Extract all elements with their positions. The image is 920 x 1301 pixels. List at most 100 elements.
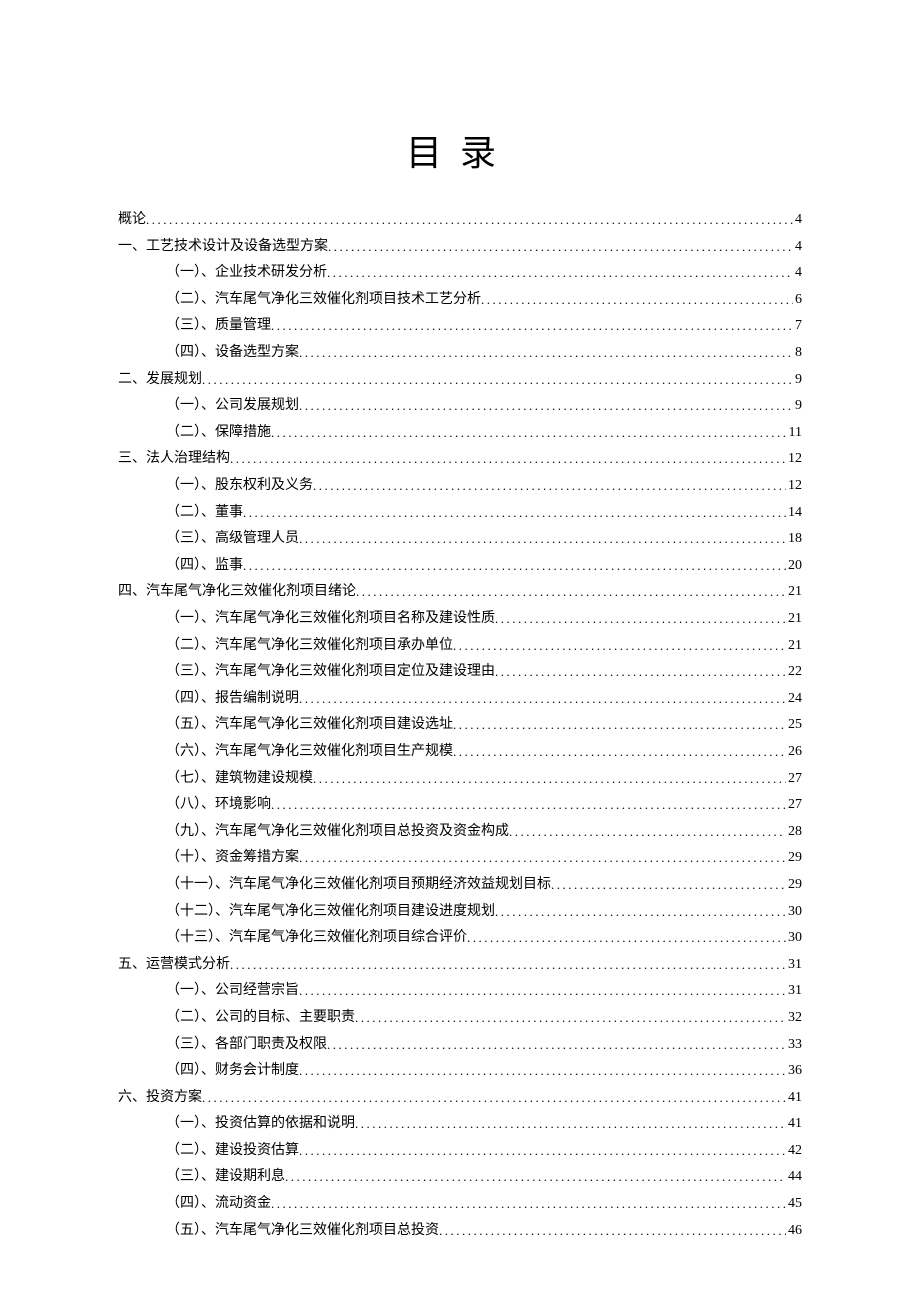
toc-entry: （四）、设备选型方案8 <box>118 339 802 366</box>
toc-entry-page: 21 <box>786 633 802 659</box>
toc-entry-page: 25 <box>786 712 802 738</box>
toc-entry-label: （一）、股东权利及义务 <box>166 473 313 499</box>
toc-entry: （十一）、汽车尾气净化三效催化剂项目预期经济效益规划目标29 <box>118 871 802 898</box>
toc-entry-page: 22 <box>786 659 802 685</box>
toc-entry-page: 41 <box>786 1111 802 1137</box>
toc-leader-dots <box>285 1164 786 1190</box>
toc-leader-dots <box>327 260 793 286</box>
toc-entry-page: 24 <box>786 686 802 712</box>
toc-entry: （一）、投资估算的依据和说明41 <box>118 1110 802 1137</box>
document-page: 目录 概论4一、工艺技术设计及设备选型方案4（一）、企业技术研发分析4（二）、汽… <box>0 0 920 1301</box>
toc-entry: 一、工艺技术设计及设备选型方案4 <box>118 233 802 260</box>
toc-entry-page: 6 <box>793 287 802 313</box>
toc-leader-dots <box>299 526 786 552</box>
toc-entry-page: 36 <box>786 1058 802 1084</box>
toc-entry-page: 7 <box>793 313 802 339</box>
toc-entry-label: （九）、汽车尾气净化三效催化剂项目总投资及资金构成 <box>166 819 509 845</box>
toc-leader-dots <box>243 553 786 579</box>
toc-entry-label: （五）、汽车尾气净化三效催化剂项目建设选址 <box>166 712 453 738</box>
toc-entry: （十二）、汽车尾气净化三效催化剂项目建设进度规划 30 <box>118 898 802 925</box>
toc-entry: （二）、建设投资估算 42 <box>118 1137 802 1164</box>
toc-entry-label: 五、运营模式分析 <box>118 952 230 978</box>
toc-entry: （三）、各部门职责及权限 33 <box>118 1031 802 1058</box>
toc-entry-label: （八）、环境影响 <box>166 792 271 818</box>
toc-entry-label: （十三）、汽车尾气净化三效催化剂项目综合评价 <box>166 925 467 951</box>
toc-entry-page: 27 <box>786 766 802 792</box>
toc-entry-page: 27 <box>786 792 802 818</box>
toc-entry: （三）、建设期利息 44 <box>118 1163 802 1190</box>
toc-entry-page: 42 <box>786 1138 802 1164</box>
toc-entry: （四）、财务会计制度 36 <box>118 1057 802 1084</box>
toc-entry-label: （二）、董事 <box>166 500 243 526</box>
toc-entry: （一）、公司经营宗旨31 <box>118 977 802 1004</box>
toc-entry-page: 30 <box>786 925 802 951</box>
toc-entry-page: 28 <box>786 819 802 845</box>
toc-entry-page: 41 <box>786 1085 802 1111</box>
toc-entry-label: 六、投资方案 <box>118 1085 202 1111</box>
toc-leader-dots <box>495 606 786 632</box>
toc-entry: （一）、汽车尾气净化三效催化剂项目名称及建设性质21 <box>118 605 802 632</box>
toc-entry-label: （三）、建设期利息 <box>166 1164 285 1190</box>
toc-leader-dots <box>271 420 787 446</box>
toc-entry-page: 20 <box>786 553 802 579</box>
toc-entry-page: 45 <box>786 1191 802 1217</box>
toc-entry-page: 9 <box>793 393 802 419</box>
toc-entry-page: 29 <box>786 845 802 871</box>
toc-leader-dots <box>355 1111 786 1137</box>
toc-entry-page: 46 <box>786 1218 802 1244</box>
toc-entry-label: （一）、公司发展规划 <box>166 393 299 419</box>
toc-entry: （五）、汽车尾气净化三效催化剂项目总投资46 <box>118 1217 802 1244</box>
toc-entry: （三）、高级管理人员18 <box>118 525 802 552</box>
toc-leader-dots <box>202 1085 786 1111</box>
toc-entry-label: 一、工艺技术设计及设备选型方案 <box>118 234 328 260</box>
toc-entry: （二）、保障措施11 <box>118 419 802 446</box>
toc-leader-dots <box>495 899 786 925</box>
toc-entry-label: （六）、汽车尾气净化三效催化剂项目生产规模 <box>166 739 453 765</box>
toc-entry-label: （四）、报告编制说明 <box>166 686 299 712</box>
toc-entry-page: 44 <box>786 1164 802 1190</box>
toc-entry: （一）、公司发展规划 9 <box>118 392 802 419</box>
toc-entry-page: 32 <box>786 1005 802 1031</box>
toc-leader-dots <box>355 1005 786 1031</box>
toc-entry: （四）、流动资金45 <box>118 1190 802 1217</box>
toc-entry-page: 9 <box>793 367 802 393</box>
toc-entry-page: 8 <box>793 340 802 366</box>
toc-leader-dots <box>271 792 786 818</box>
toc-entry: （二）、董事 14 <box>118 499 802 526</box>
toc-entry: 二、发展规划 9 <box>118 366 802 393</box>
toc-entry-label: 二、发展规划 <box>118 367 202 393</box>
toc-leader-dots <box>299 845 786 871</box>
toc-leader-dots <box>243 500 786 526</box>
toc-entry-label: （十二）、汽车尾气净化三效催化剂项目建设进度规划 <box>166 899 495 925</box>
toc-leader-dots <box>299 978 786 1004</box>
toc-leader-dots <box>356 579 786 605</box>
toc-entry-label: （三）、各部门职责及权限 <box>166 1032 327 1058</box>
toc-entry-page: 33 <box>786 1032 802 1058</box>
toc-leader-dots <box>271 1191 786 1217</box>
toc-leader-dots <box>481 287 793 313</box>
toc-entry: 概论 4 <box>118 206 802 233</box>
toc-entry-page: 14 <box>786 500 802 526</box>
toc-entry: 五、运营模式分析 31 <box>118 951 802 978</box>
toc-entry-page: 30 <box>786 899 802 925</box>
toc-list: 概论4一、工艺技术设计及设备选型方案4（一）、企业技术研发分析4（二）、汽车尾气… <box>118 206 802 1243</box>
toc-entry-page: 21 <box>786 579 802 605</box>
toc-entry-label: 概论 <box>118 207 146 233</box>
toc-entry-page: 4 <box>793 207 802 233</box>
toc-leader-dots <box>327 1032 786 1058</box>
toc-leader-dots <box>299 1138 786 1164</box>
toc-entry-label: 三、法人治理结构 <box>118 446 230 472</box>
toc-entry: （二）、公司的目标、主要职责32 <box>118 1004 802 1031</box>
toc-entry-label: （三）、高级管理人员 <box>166 526 299 552</box>
toc-leader-dots <box>146 207 793 233</box>
toc-entry-label: （二）、建设投资估算 <box>166 1138 299 1164</box>
toc-leader-dots <box>453 633 786 659</box>
toc-leader-dots <box>551 872 786 898</box>
toc-title: 目录 <box>118 124 802 176</box>
toc-entry: 六、投资方案 41 <box>118 1084 802 1111</box>
toc-leader-dots <box>230 446 786 472</box>
toc-entry-page: 31 <box>786 952 802 978</box>
toc-leader-dots <box>509 819 786 845</box>
toc-entry: （一）、企业技术研发分析4 <box>118 259 802 286</box>
toc-entry-label: （四）、财务会计制度 <box>166 1058 299 1084</box>
